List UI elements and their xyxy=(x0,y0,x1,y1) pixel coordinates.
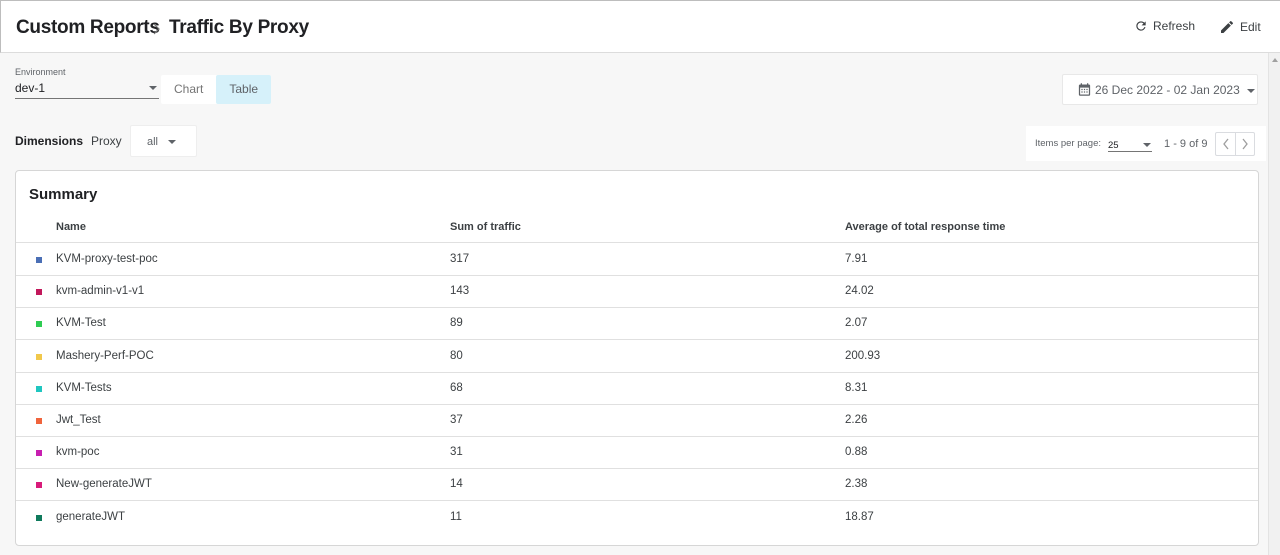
scroll-up-icon[interactable] xyxy=(1272,58,1278,62)
dropdown-arrow-icon xyxy=(1246,88,1255,93)
environment-select[interactable]: dev-1 xyxy=(15,80,159,99)
response-time-cell: 18.87 xyxy=(845,510,874,523)
table-row[interactable]: KVM-proxy-test-poc 317 7.91 xyxy=(16,244,1258,276)
proxy-name-cell: KVM-Tests xyxy=(56,381,112,394)
proxy-name-cell: KVM-proxy-test-poc xyxy=(56,253,158,265)
table-row[interactable]: KVM-Test 89 2.07 xyxy=(16,308,1258,341)
previous-page-button[interactable] xyxy=(1216,133,1235,155)
proxy-name-cell: kvm-admin-v1-v1 xyxy=(56,285,145,298)
refresh-icon xyxy=(1136,21,1146,31)
environment-value: dev-1 xyxy=(15,81,46,95)
dropdown-arrow-icon xyxy=(1143,142,1152,147)
calendar-icon xyxy=(1078,83,1091,96)
series-color-swatch xyxy=(36,418,42,424)
scrollbar[interactable] xyxy=(1268,53,1280,555)
table-header: Name Sum of traffic Average of total res… xyxy=(16,212,1258,243)
traffic-cell: 80 xyxy=(450,349,463,362)
date-range-value: 26 Dec 2022 - 02 Jan 2023 xyxy=(1095,82,1240,97)
traffic-cell: 317 xyxy=(450,253,470,265)
summary-title: Summary xyxy=(29,186,98,203)
response-time-cell: 24.02 xyxy=(845,285,874,298)
table-row[interactable]: kvm-poc 31 0.88 xyxy=(16,437,1258,470)
table-row[interactable]: kvm-admin-v1-v1 143 24.02 xyxy=(16,276,1258,309)
view-toggle: Chart Table xyxy=(161,75,272,104)
environment-label: Environment xyxy=(15,67,66,77)
response-time-cell: 0.88 xyxy=(845,446,868,459)
response-time-cell: 2.07 xyxy=(845,317,868,330)
dimensions-label: Dimensions xyxy=(15,134,84,148)
response-time-cell: 7.91 xyxy=(845,253,868,265)
pencil-icon xyxy=(1221,20,1234,33)
traffic-cell: 11 xyxy=(450,510,462,523)
series-color-swatch xyxy=(36,385,42,392)
column-header-name[interactable]: Name xyxy=(56,221,86,233)
proxy-name-cell: generateJWT xyxy=(56,510,126,523)
items-per-page-value: 25 xyxy=(1108,139,1119,151)
series-color-swatch xyxy=(36,482,42,489)
series-color-swatch xyxy=(36,450,42,457)
items-per-page-select[interactable]: 25 xyxy=(1108,136,1153,152)
proxy-name-cell: Mashery-Perf-POC xyxy=(56,349,154,362)
traffic-cell: 37 xyxy=(450,414,463,426)
dropdown-arrow-icon xyxy=(149,86,157,90)
series-color-swatch xyxy=(36,321,42,328)
table-row[interactable]: KVM-Tests 68 8.31 xyxy=(16,373,1258,405)
refresh-label: Refresh xyxy=(1153,19,1196,33)
next-page-button[interactable] xyxy=(1235,132,1254,155)
series-color-swatch xyxy=(36,353,42,360)
proxy-name-cell: kvm-poc xyxy=(56,446,100,459)
proxy-name-cell: Jwt_Test xyxy=(56,414,101,426)
traffic-cell: 143 xyxy=(450,285,470,298)
traffic-cell: 68 xyxy=(450,381,463,394)
table-view-button[interactable]: Table xyxy=(216,75,272,104)
response-time-cell: 2.26 xyxy=(845,414,868,426)
page-range-label: 1 - 9 of 9 xyxy=(1164,137,1208,150)
chevron-right-icon xyxy=(1242,138,1249,149)
table-row[interactable]: generateJWT 11 18.87 xyxy=(16,502,1258,534)
series-color-swatch xyxy=(36,514,42,521)
series-color-swatch xyxy=(36,257,42,263)
chevron-right-icon xyxy=(153,23,160,35)
response-time-cell: 8.31 xyxy=(845,381,868,394)
traffic-cell: 31 xyxy=(450,446,463,459)
date-range-picker[interactable]: 26 Dec 2022 - 02 Jan 2023 xyxy=(1062,74,1258,105)
dropdown-arrow-icon xyxy=(168,140,176,144)
proxy-select[interactable]: all xyxy=(130,125,197,157)
proxy-name-cell: New-generateJWT xyxy=(56,478,152,491)
page-nav xyxy=(1215,131,1256,156)
response-time-cell: 200.93 xyxy=(845,349,881,362)
table-row[interactable]: Jwt_Test 37 2.26 xyxy=(16,405,1258,437)
page-title: Traffic By Proxy xyxy=(169,17,309,38)
page-header: Custom Reports Traffic By Proxy Refresh … xyxy=(0,0,1280,53)
proxy-value: all xyxy=(147,136,159,148)
refresh-button[interactable]: Refresh xyxy=(1134,19,1195,33)
series-color-swatch xyxy=(36,289,42,296)
chart-view-button[interactable]: Chart xyxy=(161,75,216,104)
summary-card: Summary Name Sum of traffic Average of t… xyxy=(15,170,1259,546)
table-row[interactable]: New-generateJWT 14 2.38 xyxy=(16,469,1258,502)
table-row[interactable]: Mashery-Perf-POC 80 200.93 xyxy=(16,341,1258,373)
edit-button[interactable]: Edit xyxy=(1219,19,1261,35)
traffic-cell: 14 xyxy=(450,478,463,491)
column-header-sum-of-traffic[interactable]: Sum of traffic xyxy=(450,221,521,233)
breadcrumb-custom-reports[interactable]: Custom Reports xyxy=(16,17,160,39)
traffic-cell: 89 xyxy=(450,317,463,330)
proxy-label: Proxy xyxy=(91,134,122,148)
column-header-avg-response-time[interactable]: Average of total response time xyxy=(845,221,1005,233)
paginator: Items per page: 25 1 - 9 of 9 xyxy=(1026,126,1266,161)
response-time-cell: 2.38 xyxy=(845,478,868,491)
proxy-name-cell: KVM-Test xyxy=(56,317,106,330)
chevron-left-icon xyxy=(1223,138,1229,149)
items-per-page-label: Items per page: xyxy=(1035,138,1102,149)
edit-label: Edit xyxy=(1240,20,1261,34)
